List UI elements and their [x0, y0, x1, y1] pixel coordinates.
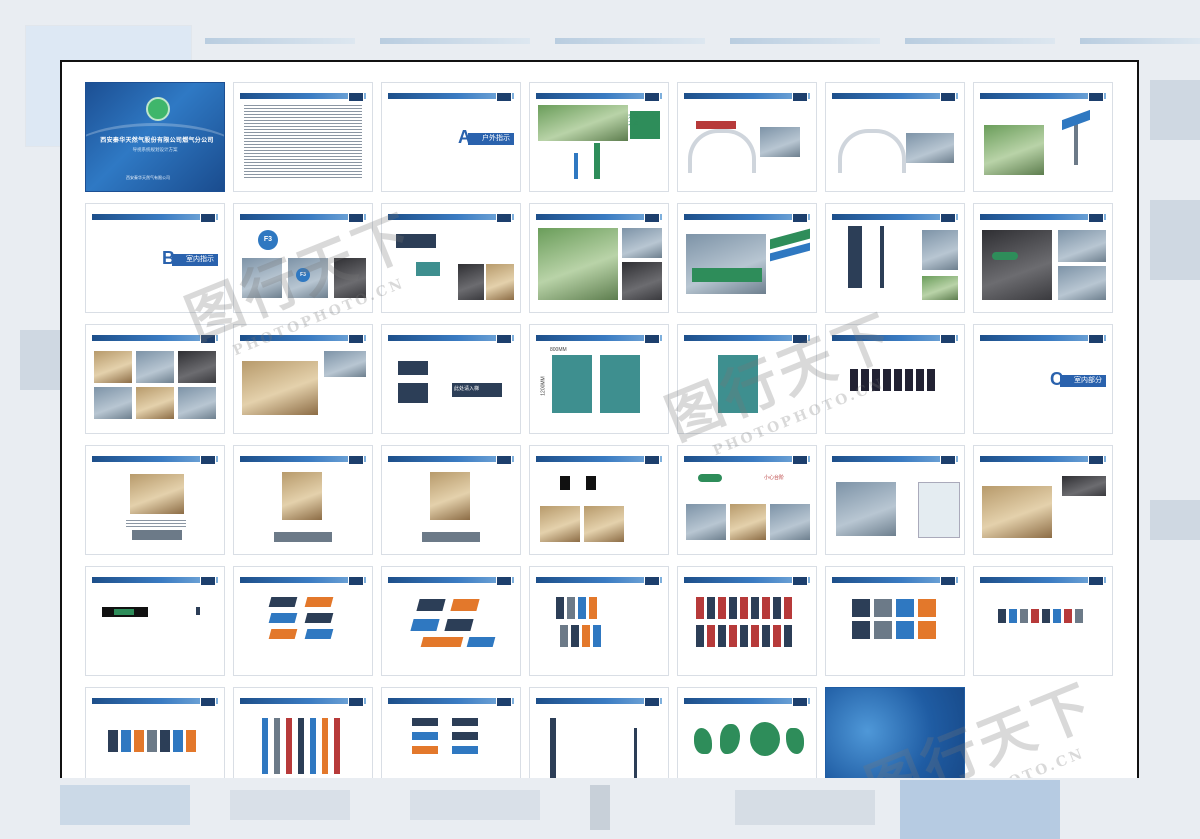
page-tall-banners[interactable]: [233, 687, 373, 778]
page-section-b[interactable]: B 室内指示系统: [85, 203, 225, 313]
page-restroom-signs[interactable]: [529, 445, 669, 555]
page-meeting-room[interactable]: [233, 324, 373, 434]
page-door-number-plates[interactable]: [677, 566, 817, 676]
careful-step-text: 小心台阶: [764, 475, 785, 481]
back-cover-page[interactable]: [825, 687, 965, 778]
bg-block: [20, 330, 60, 390]
page-step-warning[interactable]: 小心台阶: [677, 445, 817, 555]
cover-page[interactable]: 西安秦华天然气股份有限公司燃气分公司 导视系统规划设计方案 西安秦华天然气有限公…: [85, 82, 225, 192]
cover-subtitle: 导视系统规划设计方案: [132, 147, 178, 152]
bg-block: [900, 780, 1060, 839]
page-vertical-icon-signs[interactable]: [85, 687, 225, 778]
bg-block: [230, 790, 350, 820]
page-floor-sign[interactable]: F3 F3: [233, 203, 373, 313]
bg-block: [1150, 200, 1200, 280]
page-glass-door[interactable]: [825, 445, 965, 555]
bg-block: [410, 790, 540, 820]
page-interior-photos[interactable]: [85, 324, 225, 434]
bg-bar: [205, 38, 355, 44]
bg-bar: [905, 38, 1055, 44]
slogan-text: 天然之气 清洁之源: [628, 114, 660, 127]
bg-bar: [380, 38, 530, 44]
page-wall-sign[interactable]: [973, 203, 1113, 313]
page-small-plates[interactable]: [973, 566, 1113, 676]
bg-bar: [730, 38, 880, 44]
page-intro-text[interactable]: [233, 82, 373, 192]
page-arch-gate[interactable]: [677, 82, 817, 192]
elevator-sign-text: 此处请入梯: [454, 386, 480, 392]
page-pole-sign[interactable]: [529, 687, 669, 778]
page-hanging-signs-1[interactable]: [233, 566, 373, 676]
catalog-sheet: 西安秦华天然气股份有限公司燃气分公司 导视系统规划设计方案 西安秦华天然气有限公…: [60, 60, 1139, 778]
page-grid: 西安秦华天然气股份有限公司燃气分公司 导视系统规划设计方案 西安秦华天然气有限公…: [85, 82, 1113, 778]
page-section-a[interactable]: A 户外指示系统: [381, 82, 521, 192]
brand-logo-icon: [146, 97, 170, 121]
page-arch-gate-2[interactable]: [825, 82, 965, 192]
bg-block: [735, 790, 875, 825]
page-gate-photo[interactable]: 天然之气 清洁之源: [529, 82, 669, 192]
dimension-width: 800MM: [550, 347, 567, 353]
page-garden-signs[interactable]: [677, 687, 817, 778]
page-hanging-signs-2[interactable]: [381, 566, 521, 676]
page-wall-mounted-sign[interactable]: [85, 566, 225, 676]
page-outdoor-totem[interactable]: [973, 82, 1113, 192]
page-frame-poster-2[interactable]: [381, 445, 521, 555]
floor-circle-sign-photo: F3: [296, 268, 310, 282]
page-welcome-signs[interactable]: 此处请入梯: [381, 324, 521, 434]
section-label-b: 室内指示系统: [172, 254, 218, 275]
dimension-height: 1200MM: [540, 376, 547, 396]
page-corridor[interactable]: [973, 445, 1113, 555]
page-blade-signs[interactable]: [529, 566, 669, 676]
page-square-icon-signs[interactable]: [825, 566, 965, 676]
page-pylon[interactable]: [825, 203, 965, 313]
section-label-c: 室内部分装饰: [1060, 375, 1106, 396]
floor-circle-sign: F3: [258, 230, 278, 250]
page-frame-poster[interactable]: [233, 445, 373, 555]
page-building-photos[interactable]: [529, 203, 669, 313]
page-door-plates[interactable]: [381, 203, 521, 313]
page-section-c[interactable]: C 室内部分装饰: [973, 324, 1113, 434]
bg-bar: [555, 38, 705, 44]
cover-title: 西安秦华天然气股份有限公司燃气分公司: [100, 138, 214, 144]
page-bulletin-board[interactable]: [85, 445, 225, 555]
cover-publisher: 西安秦华天然气有限公司: [126, 175, 170, 180]
page-reception[interactable]: [677, 203, 817, 313]
page-directional-signs[interactable]: [381, 687, 521, 778]
bg-block: [1150, 500, 1200, 540]
page-notice-board-2[interactable]: [677, 324, 817, 434]
page-notice-board[interactable]: 800MM 1200MM: [529, 324, 669, 434]
bg-block: [590, 785, 610, 830]
bg-block: [60, 785, 190, 825]
section-label-a: 户外指示系统: [468, 133, 514, 154]
page-key-boxes[interactable]: [825, 324, 965, 434]
bg-bar: [1080, 38, 1200, 44]
bg-block: [1150, 80, 1200, 140]
